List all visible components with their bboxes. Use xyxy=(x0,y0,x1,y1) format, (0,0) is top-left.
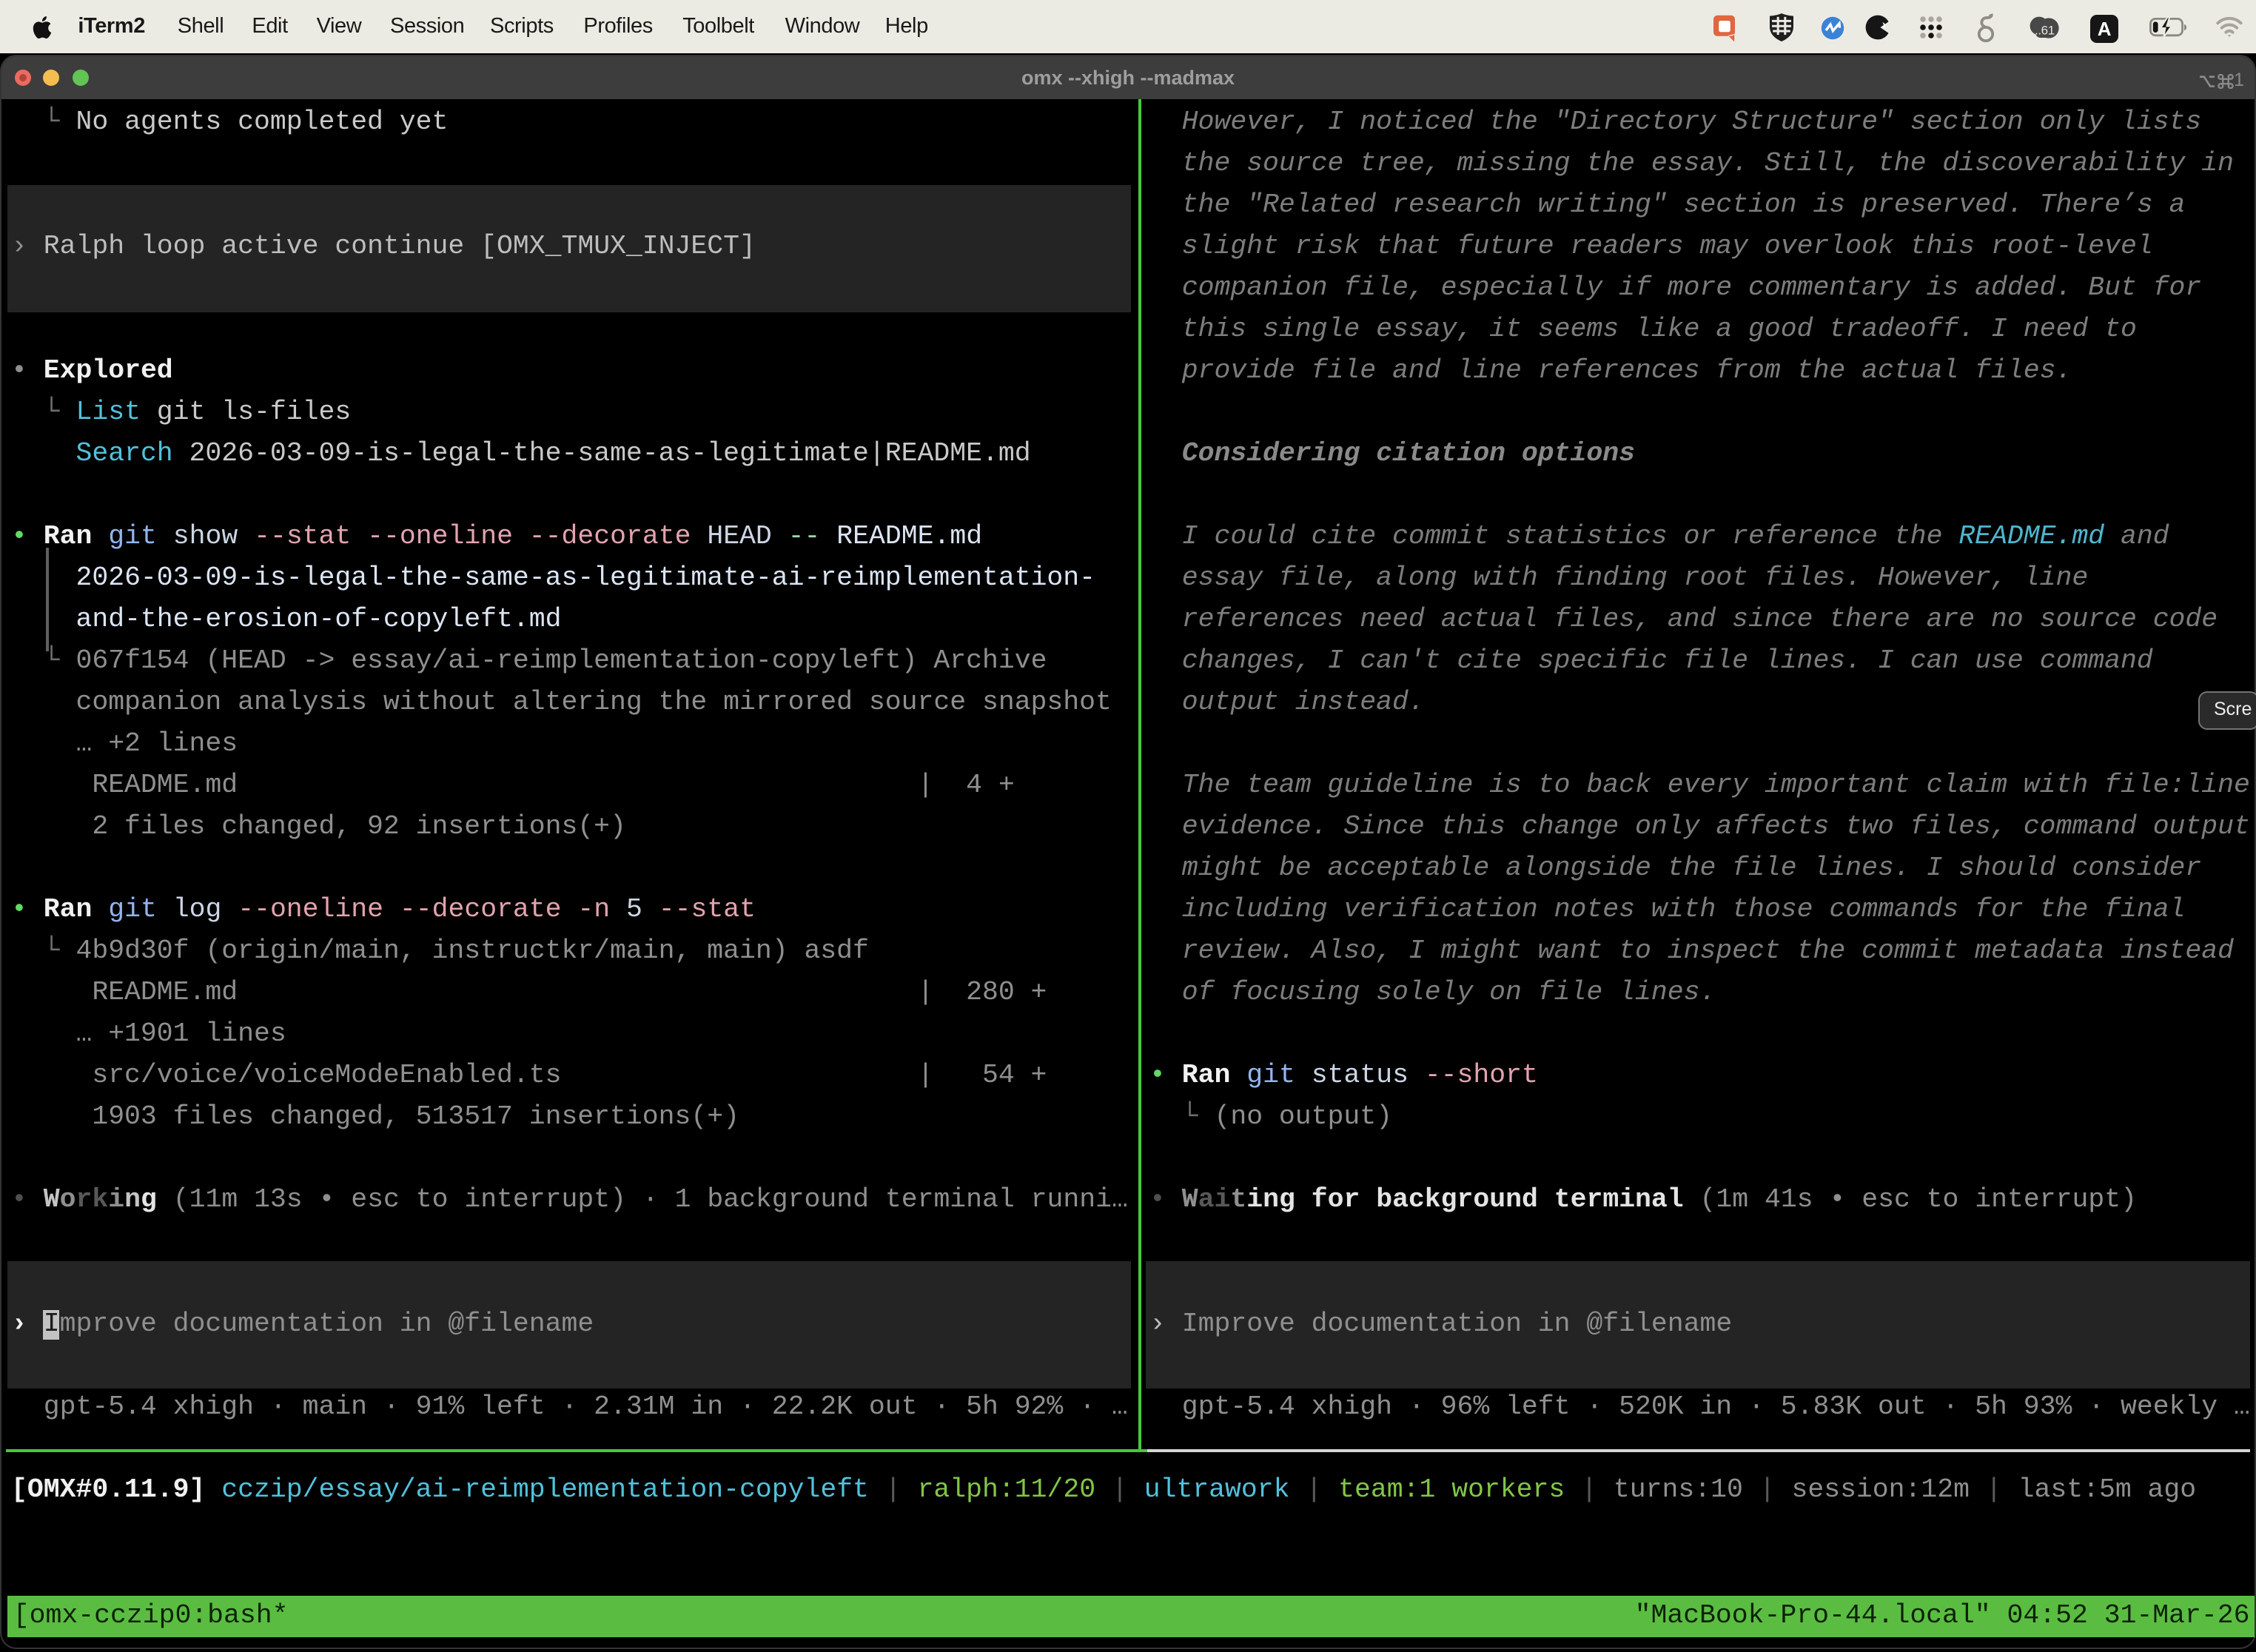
svg-text:..61: ..61 xyxy=(2035,23,2055,37)
svg-text:A: A xyxy=(2098,17,2112,39)
